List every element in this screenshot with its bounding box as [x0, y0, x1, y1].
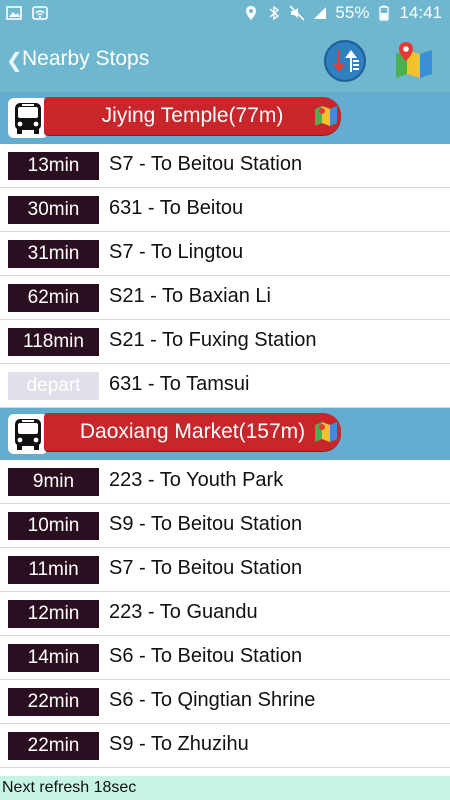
arrival-row[interactable]: 9min 223 - To Youth Park [0, 460, 450, 504]
arrival-row[interactable]: 118min S21 - To Fuxing Station [0, 320, 450, 364]
eta-badge: 31min [8, 240, 99, 268]
clock: 14:41 [399, 3, 442, 22]
location-icon [246, 6, 257, 20]
sort-button[interactable] [324, 40, 366, 82]
arrival-row[interactable]: 13min S7 - To Beitou Station [0, 144, 450, 188]
stop-name-pill[interactable]: Jiying Temple(77m) [44, 97, 341, 135]
eta-badge: 22min [8, 732, 99, 760]
battery-icon [379, 5, 390, 21]
eta-badge: 10min [8, 512, 99, 540]
eta-badge: 118min [8, 328, 99, 356]
back-chevron-icon[interactable]: ❮ [6, 48, 23, 73]
page-title[interactable]: Nearby Stops [22, 47, 149, 71]
eta-badge: 30min [8, 196, 99, 224]
gallery-icon [6, 6, 22, 20]
stop-header[interactable]: Daoxiang Market(157m) [0, 408, 450, 460]
status-bar: 55% 14:41 [0, 0, 450, 30]
eta-badge: 9min [8, 468, 99, 496]
stop-name: Jiying Temple(77m) [101, 104, 284, 127]
stop-name-pill[interactable]: Daoxiang Market(157m) [44, 413, 341, 451]
arrival-row[interactable]: 11min S7 - To Beitou Station [0, 548, 450, 592]
eta-badge: depart [8, 372, 99, 400]
map-icon [396, 42, 432, 78]
eta-badge: 13min [8, 152, 99, 180]
route-label: S21 - To Baxian Li [109, 285, 271, 307]
map-button[interactable] [394, 40, 434, 80]
eta-badge: 14min [8, 644, 99, 672]
eta-badge: 11min [8, 556, 99, 584]
route-label: S6 - To Qingtian Shrine [109, 689, 316, 711]
arrival-row[interactable]: 30min 631 - To Beitou [0, 188, 450, 232]
route-label: 631 - To Beitou [109, 197, 244, 219]
arrival-row[interactable]: 10min S9 - To Beitou Station [0, 504, 450, 548]
arrival-row[interactable]: 62min S21 - To Baxian Li [0, 276, 450, 320]
arrival-row[interactable]: 14min S6 - To Beitou Station [0, 636, 450, 680]
route-label: 223 - To Guandu [109, 601, 258, 623]
route-label: S7 - To Beitou Station [109, 557, 303, 579]
arrival-row[interactable]: 12min 223 - To Guandu [0, 592, 450, 636]
route-label: S7 - To Lingtou [109, 241, 244, 263]
bus-icon [8, 98, 48, 138]
sort-icon [333, 50, 359, 72]
route-label: S9 - To Zhuzihu [109, 733, 249, 755]
bluetooth-icon [269, 5, 280, 21]
route-label: S9 - To Beitou Station [109, 513, 303, 535]
route-label: S6 - To Beitou Station [109, 645, 303, 667]
eta-badge: 12min [8, 600, 99, 628]
route-label: 631 - To Tamsui [109, 373, 250, 395]
app-bar: ❮ Nearby Stops [0, 30, 450, 92]
eta-badge: 22min [8, 688, 99, 716]
route-label: S7 - To Beitou Station [109, 153, 303, 175]
stop-map-icon[interactable] [314, 419, 338, 443]
arrival-row[interactable]: depart 631 - To Tamsui [0, 364, 450, 408]
route-label: 223 - To Youth Park [109, 469, 284, 491]
battery-percent: 55% [335, 3, 370, 22]
stop-name: Daoxiang Market(157m) [79, 420, 306, 443]
eta-badge: 62min [8, 284, 99, 312]
arrival-row[interactable]: 22min S6 - To Qingtian Shrine [0, 680, 450, 724]
wifi-icon [32, 6, 48, 20]
refresh-status: Next refresh 18sec [0, 776, 450, 800]
bus-icon [8, 414, 48, 454]
route-label: S21 - To Fuxing Station [109, 329, 317, 351]
stop-header[interactable]: Jiying Temple(77m) [0, 92, 450, 144]
mute-icon [289, 5, 305, 21]
signal-icon [314, 7, 327, 19]
stop-map-icon[interactable] [314, 103, 338, 127]
arrival-row[interactable]: 31min S7 - To Lingtou [0, 232, 450, 276]
arrival-row[interactable]: 22min S9 - To Zhuzihu [0, 724, 450, 768]
